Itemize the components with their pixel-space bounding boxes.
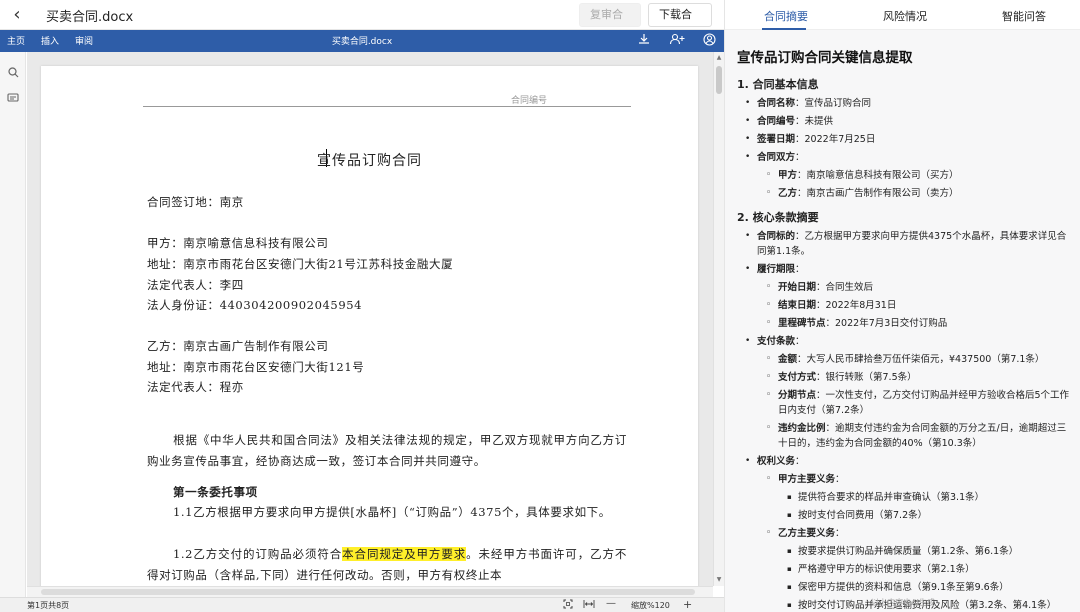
- party-a-representative: 法定代表人：李四: [147, 277, 244, 293]
- add-user-icon[interactable]: [668, 33, 688, 49]
- document-title: 买卖合同.docx: [46, 6, 133, 25]
- document-canvas: 合同编号 宣传品订购合同 合同签订地：南京 甲方：南京喻意信息科技有限公司 地址…: [27, 52, 713, 586]
- preamble-paragraph: 根据《中华人民共和国合同法》及相关法律法规的规定，甲乙双方现就甲方向乙方订购业务…: [147, 430, 627, 472]
- section-basic-info: 1. 合同基本信息: [737, 76, 1075, 92]
- list-item: 合同编号：未提供: [737, 114, 1075, 129]
- active-tab-indicator: [762, 28, 806, 30]
- list-item: 支付方式：银行转账（第7.5条）: [737, 370, 1075, 385]
- word-file-title: 买卖合同.docx: [0, 34, 724, 47]
- tab-risk[interactable]: 风险情况: [883, 8, 927, 24]
- list-item: 结束日期：2022年8月31日: [737, 298, 1075, 313]
- highlighted-text[interactable]: 本合同规定及甲方要求: [342, 547, 466, 561]
- user-icon[interactable]: [701, 33, 717, 49]
- search-icon[interactable]: [5, 66, 21, 82]
- sign-place: 合同签订地：南京: [147, 194, 244, 210]
- party-b-address: 地址：南京市雨花台区安德门大街121号: [147, 359, 364, 375]
- horizontal-scrollbar[interactable]: [27, 586, 713, 597]
- tab-smart-qa[interactable]: 智能问答: [1002, 8, 1046, 24]
- vertical-scrollbar[interactable]: ▲ ▼: [713, 52, 724, 586]
- download-contract-button[interactable]: 下载合同: [648, 3, 712, 27]
- fit-width-icon[interactable]: [583, 599, 595, 612]
- list-item: 违约金比例：逾期支付违约金为合同金额的万分之五/日，逾期超过三十日的，违约金为合…: [737, 421, 1075, 451]
- list-item: 按要求提供订购品并确保质量（第1.2条、第6.1条）: [737, 544, 1075, 559]
- summary-content: 宣传品订购合同关键信息提取 1. 合同基本信息 合同名称：宣传品订购合同 合同编…: [737, 46, 1075, 612]
- clause-1-1: 1.1乙方根据甲方要求向甲方提供[水晶杯]（“订购品”）4375个，具体要求如下…: [147, 502, 627, 523]
- list-item: 开始日期：合同生效后: [737, 280, 1075, 295]
- party-b: 乙方：南京古画广告制作有限公司: [147, 338, 329, 354]
- top-bar: ‹ 买卖合同.docx 复审合同 下载合同: [0, 0, 724, 30]
- list-item: 金额：大写人民币肆拾叁万伍仟柒佰元，¥437500（第7.1条）: [737, 352, 1075, 367]
- word-toolbar: 主页 插入 审阅 买卖合同.docx: [0, 30, 724, 52]
- section-1-title: 第一条委托事项: [173, 484, 258, 500]
- clause-1-1-text: 1.1乙方根据甲方要求向甲方提供[水晶杯]（“订购品”）4375个，具体要求如下…: [173, 505, 611, 519]
- list-item: 履行期限：: [737, 262, 1075, 277]
- list-item: 甲方：南京喻意信息科技有限公司（买方）: [737, 168, 1075, 183]
- list-item: 保密甲方提供的资料和信息（第9.1条至第9.6条）: [737, 580, 1075, 595]
- comment-icon[interactable]: [5, 92, 21, 108]
- left-rail: [0, 52, 26, 597]
- review-contract-button[interactable]: 复审合同: [579, 3, 641, 27]
- scroll-up-icon[interactable]: ▲: [715, 54, 723, 61]
- document-heading: 宣传品订购合同: [41, 150, 698, 170]
- list-item: 合同名称：宣传品订购合同: [737, 96, 1075, 111]
- list-item: 签署日期：2022年7月25日: [737, 132, 1075, 147]
- ai-panel: 合同摘要 风险情况 智能问答 宣传品订购合同关键信息提取 1. 合同基本信息 合…: [724, 0, 1080, 612]
- zoom-out-button[interactable]: —: [606, 598, 616, 609]
- list-item: 权利义务：: [737, 454, 1075, 469]
- page-info: 第1页共8页: [27, 600, 69, 611]
- download-icon[interactable]: [636, 33, 652, 49]
- summary-title: 宣传品订购合同关键信息提取: [737, 46, 1075, 66]
- list-item: 支付条款：: [737, 334, 1075, 349]
- app: ‹ 买卖合同.docx 复审合同 下载合同 主页 插入 审阅 买卖合同.docx…: [0, 0, 1080, 612]
- contract-number-label: 合同编号: [511, 93, 547, 106]
- clause-1-2: 1.2乙方交付的订购品必须符合本合同规定及甲方要求。未经甲方书面许可，乙方不得对…: [147, 544, 627, 586]
- list-item: 分期节点：一次性支付，乙方交付订购品并经甲方验收合格后5个工作日内支付（第7.2…: [737, 388, 1075, 418]
- horizontal-scroll-thumb[interactable]: [41, 589, 695, 595]
- preamble-text: 根据《中华人民共和国合同法》及相关法律法规的规定，甲乙双方现就甲方向乙方订购业务…: [147, 433, 627, 468]
- section-core-terms: 2. 核心条款摘要: [737, 209, 1075, 225]
- fit-page-icon[interactable]: [563, 599, 573, 612]
- list-item: 里程碑节点：2022年7月3日交付订购品: [737, 316, 1075, 331]
- list-item: 乙方主要义务：: [737, 526, 1075, 541]
- tab-contract-summary[interactable]: 合同摘要: [764, 8, 808, 24]
- list-item: 甲方主要义务：: [737, 472, 1075, 487]
- party-a-address: 地址：南京市雨花台区安德门大街21号江苏科技金融大厦: [147, 256, 453, 272]
- list-item: 乙方：南京古画广告制作有限公司（卖方）: [737, 186, 1075, 201]
- panel-tabs: 合同摘要 风险情况 智能问答: [725, 0, 1080, 30]
- document-page[interactable]: 合同编号 宣传品订购合同 合同签订地：南京 甲方：南京喻意信息科技有限公司 地址…: [41, 66, 698, 586]
- list-item: 按时支付合同费用（第7.2条）: [737, 508, 1075, 523]
- list-item: 合同双方：: [737, 150, 1075, 165]
- header-line: [143, 106, 631, 107]
- vertical-scroll-thumb[interactable]: [716, 66, 722, 94]
- list-item: 提供符合要求的样品并审查确认（第3.1条）: [737, 490, 1075, 505]
- zoom-level[interactable]: 缩放%120: [631, 600, 670, 611]
- scroll-down-icon[interactable]: ▼: [715, 576, 723, 583]
- party-a-id: 法人身份证：440304200902045954: [147, 297, 362, 313]
- status-bar: 第1页共8页 — 缩放%120 +: [0, 597, 724, 612]
- clause-1-2-pre: 1.2乙方交付的订购品必须符合: [173, 547, 342, 561]
- party-a: 甲方：南京喻意信息科技有限公司: [147, 235, 329, 251]
- list-item: 严格遵守甲方的标识使用要求（第2.1条）: [737, 562, 1075, 577]
- back-arrow-icon[interactable]: ‹: [8, 5, 26, 25]
- list-item: 合同标的：乙方根据甲方要求向甲方提供4375个水晶杯，具体要求详见合同第1.1条…: [737, 229, 1075, 259]
- party-b-representative: 法定代表人：程亦: [147, 379, 244, 395]
- ai-generated-note: 以上内容由AI生成: [725, 597, 1080, 608]
- zoom-in-button[interactable]: +: [683, 598, 692, 611]
